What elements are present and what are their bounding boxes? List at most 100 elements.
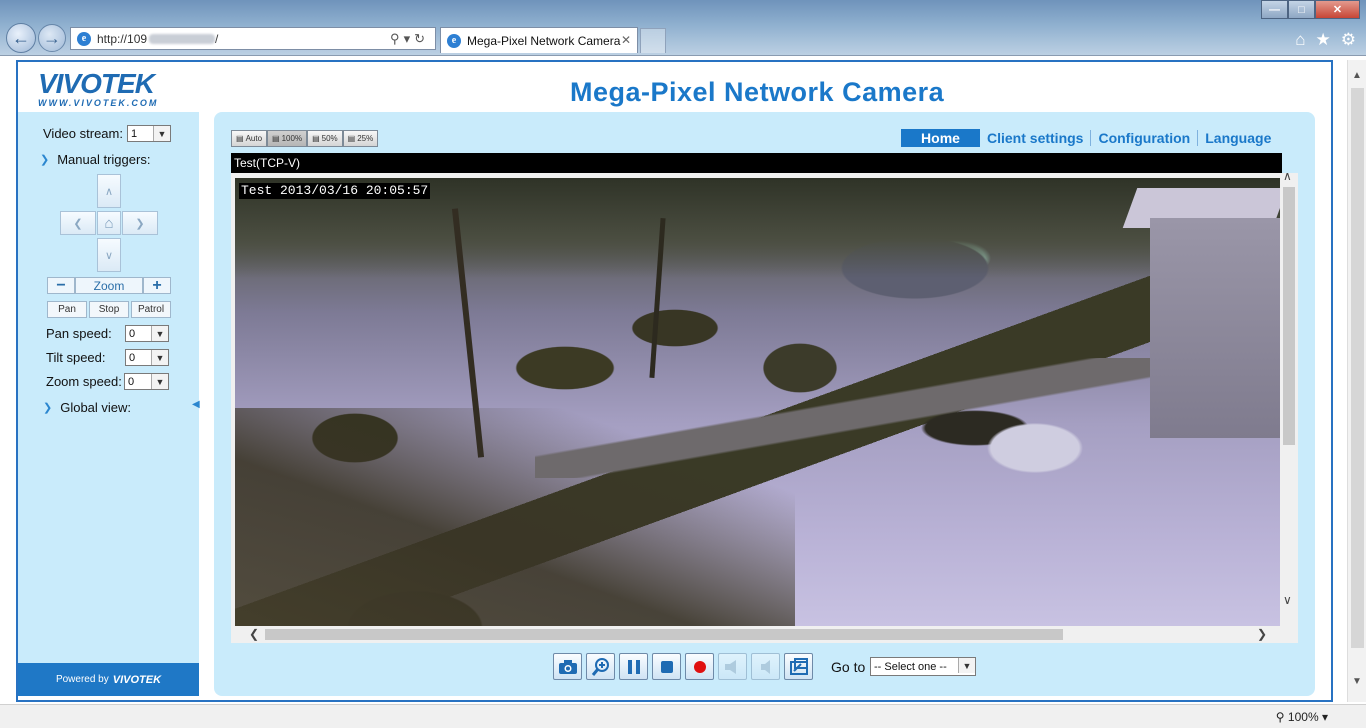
mute-button[interactable] — [751, 653, 780, 680]
tab-close-icon[interactable]: ✕ — [621, 33, 631, 47]
chevron-down-icon: ▼ — [151, 326, 168, 341]
stop-icon — [660, 660, 673, 673]
stream-title: Test(TCP-V) — [231, 153, 1282, 173]
scroll-right-icon[interactable]: ❯ — [1257, 627, 1267, 641]
new-tab-button[interactable] — [640, 28, 666, 53]
pause-button[interactable] — [619, 653, 648, 680]
fullscreen-icon — [789, 657, 808, 675]
view-size-auto-button[interactable]: ▤ Auto — [231, 130, 268, 147]
scroll-thumb[interactable] — [1351, 88, 1364, 648]
video-stream-label: Video stream: — [43, 126, 123, 141]
video-stream-select[interactable]: 1 ▼ — [126, 125, 171, 142]
minimize-icon[interactable]: — — [1261, 0, 1288, 19]
scroll-up-icon[interactable]: ▲ — [1352, 70, 1362, 81]
vivotek-logo[interactable]: VIVOTEK WWW.VIVOTEK.COM — [38, 70, 183, 112]
video-scene-building — [1150, 218, 1280, 438]
video-horizontal-scrollbar[interactable]: ❮ ❯ — [235, 626, 1280, 643]
chevron-down-icon: ▼ — [151, 374, 168, 389]
logo-text: VIVOTEK — [38, 68, 155, 99]
nav-configuration[interactable]: Configuration — [1098, 130, 1190, 146]
ptz-home-icon[interactable]: ⌂ — [97, 211, 121, 235]
scroll-down-icon[interactable]: ▼ — [1352, 676, 1362, 687]
scroll-up-icon[interactable]: ∧ — [1283, 169, 1292, 183]
nav-separator — [1197, 130, 1199, 146]
address-tools[interactable]: ⚲▾↻ — [390, 31, 429, 47]
chevron-down-icon: ▼ — [958, 658, 975, 673]
zoom-in-button[interactable]: + — [143, 277, 171, 294]
pan-speed-select[interactable]: 0 ▼ — [125, 325, 169, 342]
stop-button-video[interactable] — [652, 653, 681, 680]
forward-arrow-icon[interactable]: → — [38, 24, 66, 52]
manual-triggers-row[interactable]: ❯ Manual triggers: — [40, 152, 150, 167]
screen-icon: ▤ — [347, 134, 356, 143]
view-size-buttons: ▤ Auto ▤ 100% ▤ 50% ▤ 25% — [231, 130, 379, 147]
view-size-100-button[interactable]: ▤ 100% — [267, 130, 308, 147]
global-view-row[interactable]: ❯ Global view: — [43, 400, 131, 415]
goto-select[interactable]: -- Select one -- ▼ — [870, 657, 976, 676]
digital-zoom-button[interactable] — [586, 653, 615, 680]
microphone-icon — [724, 659, 736, 674]
pan-button[interactable]: Pan — [47, 301, 87, 318]
stop-button[interactable]: Stop — [89, 301, 129, 318]
settings-gear-icon[interactable]: ⚙ — [1341, 30, 1356, 50]
pan-right-button[interactable]: ❯ — [122, 211, 158, 235]
zoom-speed-value: 0 — [128, 375, 135, 388]
ie-favicon-icon: e — [77, 31, 91, 46]
manual-triggers-label: Manual triggers: — [57, 152, 151, 167]
scroll-down-icon[interactable]: ∨ — [1283, 593, 1292, 607]
pan-speed-label: Pan speed: — [46, 326, 112, 341]
home-icon[interactable]: ⌂ — [1295, 30, 1305, 50]
collapse-sidebar-icon[interactable]: ◀ — [192, 399, 200, 410]
tilt-down-button[interactable]: ∨ — [97, 238, 121, 272]
powered-by-label: Powered by — [55, 674, 109, 685]
tilt-speed-select[interactable]: 0 ▼ — [125, 349, 169, 366]
chevron-down-icon: ▾ — [1321, 710, 1328, 724]
zoom-speed-label: Zoom speed: — [46, 374, 122, 389]
scroll-thumb[interactable] — [1283, 187, 1295, 445]
pan-patrol-buttons: Pan Stop Patrol — [47, 301, 171, 318]
pan-left-button[interactable]: ❮ — [60, 211, 96, 235]
talk-button[interactable] — [718, 653, 747, 680]
zoom-speed-select[interactable]: 0 ▼ — [124, 373, 169, 390]
screen-icon: ▤ — [272, 134, 280, 143]
zoom-speed-row: Zoom speed: 0 ▼ — [46, 373, 169, 390]
view-size-label: 100% — [281, 134, 303, 143]
zoom-indicator[interactable]: ⚲ 100% ▾ — [1276, 710, 1328, 724]
goto-value: -- Select one -- — [874, 660, 947, 673]
zoom-level: 100% — [1287, 710, 1319, 724]
screen-icon: ▤ — [312, 134, 320, 143]
nav-home[interactable]: Home — [901, 129, 980, 147]
scroll-left-icon[interactable]: ❮ — [249, 627, 259, 641]
speaker-icon — [760, 659, 770, 674]
tilt-speed-row: Tilt speed: 0 ▼ — [46, 349, 169, 366]
live-video[interactable]: Test 2013/03/16 20:05:57 — [235, 178, 1280, 626]
browser-tab[interactable]: e Mega-Pixel Network Camera ✕ — [440, 27, 638, 53]
tilt-up-button[interactable]: ∧ — [97, 174, 121, 208]
snapshot-button[interactable] — [553, 653, 582, 680]
page-title: Mega-Pixel Network Camera — [570, 77, 945, 107]
screen-icon: ▤ — [236, 134, 244, 143]
video-timestamp: Test 2013/03/16 20:05:57 — [239, 183, 431, 199]
patrol-button[interactable]: Patrol — [131, 301, 171, 318]
page-vertical-scrollbar[interactable]: ▲ ▼ — [1347, 60, 1366, 702]
view-size-50-button[interactable]: ▤ 50% — [307, 130, 343, 147]
view-size-25-button[interactable]: ▤ 25% — [342, 130, 379, 147]
nav-client-settings[interactable]: Client settings — [987, 130, 1083, 146]
maximize-icon[interactable]: □ — [1288, 0, 1315, 19]
close-window-icon[interactable]: ✕ — [1315, 0, 1360, 19]
back-arrow-icon[interactable]: ← — [6, 23, 36, 53]
nav-language[interactable]: Language — [1205, 130, 1271, 146]
tilt-speed-label: Tilt speed: — [46, 350, 106, 365]
address-bar[interactable]: e http://109 / ⚲▾↻ — [70, 27, 436, 50]
scroll-thumb[interactable] — [265, 629, 1063, 640]
logo-url: WWW.VIVOTEK.COM — [38, 98, 159, 108]
fullscreen-button[interactable] — [784, 653, 813, 680]
video-vertical-scrollbar[interactable]: ∧ ∨ — [1280, 169, 1298, 626]
zoom-out-button[interactable]: − — [47, 277, 75, 294]
browser-chrome: ← → e http://109 / ⚲▾↻ e Mega-Pixel Netw… — [0, 0, 1366, 56]
favorites-star-icon[interactable]: ★ — [1316, 30, 1331, 50]
zoom-control: − Zoom + — [47, 277, 171, 294]
url-suffix: / — [215, 31, 219, 46]
record-button[interactable] — [685, 653, 714, 680]
powered-by-brand: VIVOTEK — [112, 673, 162, 686]
